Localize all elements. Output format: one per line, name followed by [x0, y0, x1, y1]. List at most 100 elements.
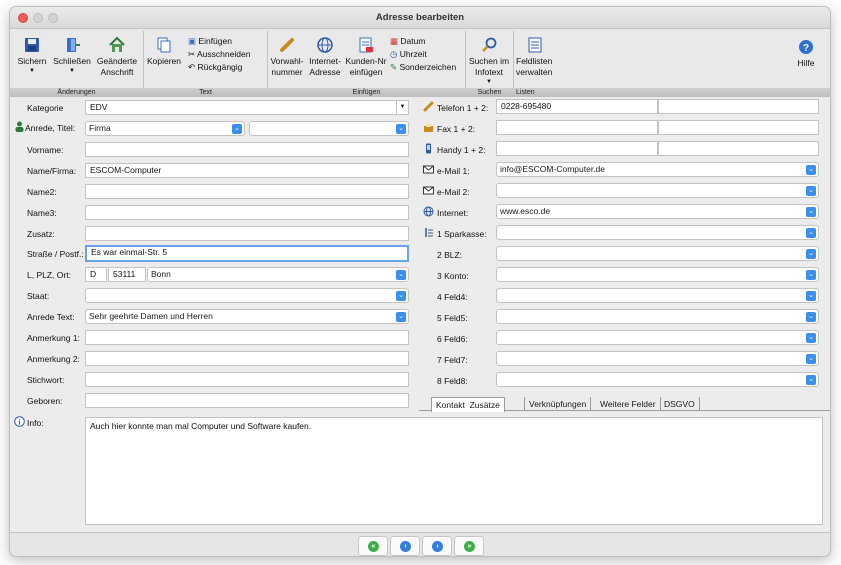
title-bar: Adresse bearbeiten	[10, 7, 830, 29]
keyword-field[interactable]	[85, 372, 409, 387]
customer-no-label: Kunden-Nr einfügen	[345, 56, 387, 77]
birthdate-field[interactable]	[85, 393, 409, 408]
internet-select[interactable]: www.esco.de ⌄	[496, 204, 819, 219]
special-chars-button[interactable]: ✎ Sonderzeichen	[390, 62, 460, 75]
first-record-button[interactable]: «	[358, 536, 388, 556]
mobile1-field[interactable]	[496, 141, 658, 156]
field8-label: 8 Feld8:	[437, 376, 468, 386]
group-divider	[143, 31, 144, 89]
time-button[interactable]: ◷ Uhrzeit	[390, 49, 460, 62]
tab-kontakt[interactable]: Kontakt Zusätze	[431, 397, 505, 412]
field4-select[interactable]: ⌄	[496, 288, 819, 303]
field6-select[interactable]: ⌄	[496, 330, 819, 345]
field-lists-label: Feldlisten verwalten	[516, 56, 553, 77]
time-label: Uhrzeit	[399, 49, 427, 59]
changed-address-label: Geänderte Anschrift	[96, 56, 138, 77]
city-select[interactable]: Bonn ⌄	[147, 267, 409, 282]
field2-select[interactable]: ⌄	[496, 246, 819, 261]
changed-address-button[interactable]: Geänderte Anschrift	[94, 36, 140, 78]
paste-button[interactable]: ▣ Einfügen	[188, 36, 262, 49]
name3-label: Name3:	[27, 208, 57, 218]
help-button[interactable]: ? Hilfe	[790, 38, 822, 69]
chevron-down-icon: ⌄	[806, 312, 816, 322]
field3-select[interactable]: ⌄	[496, 267, 819, 282]
chevron-down-icon: ⌄	[806, 207, 816, 217]
fast-forward-icon: »	[464, 541, 475, 552]
internet-address-button[interactable]: Internet-Adresse	[307, 36, 343, 78]
undo-button[interactable]: ↶ Rückgängig	[188, 62, 262, 75]
phone1-field[interactable]: 0228-695480	[496, 99, 658, 114]
person-icon	[15, 121, 24, 132]
state-select[interactable]: ⌄	[85, 288, 409, 303]
country-code-field[interactable]: D	[85, 267, 107, 282]
field8-select[interactable]: ⌄	[496, 372, 819, 387]
mobile2-field[interactable]	[658, 141, 819, 156]
category-field[interactable]: EDV	[85, 100, 397, 115]
date-label: Datum	[400, 36, 426, 46]
fax-label: Fax 1 + 2:	[437, 124, 476, 134]
search-dropdown-caret[interactable]: ▼	[467, 78, 511, 86]
state-label: Staat:	[27, 291, 50, 301]
name3-field[interactable]	[85, 205, 409, 220]
next-record-button[interactable]: ›	[422, 536, 452, 556]
street-field[interactable]: Es war einmal-Str. 5	[85, 245, 409, 262]
area-code-button[interactable]: Vorwahl-nummer	[269, 36, 305, 78]
addition-label: Zusatz:	[27, 229, 55, 239]
close-dropdown-caret[interactable]: ▼	[52, 67, 92, 75]
clipboard-icon: ▣	[188, 36, 197, 46]
chevron-down-icon: ⌄	[396, 270, 406, 280]
field-lists-button[interactable]: Feldlisten verwalten	[516, 36, 556, 78]
date-button[interactable]: ▦ Datum	[390, 36, 460, 49]
close-button[interactable]: Schließen ▼	[52, 36, 92, 75]
salutation-text-select[interactable]: Sehr geehrte Damen und Herren ⌄	[85, 309, 409, 324]
fax1-field[interactable]	[496, 120, 658, 135]
insert-actions: ▦ Datum ◷ Uhrzeit ✎ Sonderzeichen	[390, 36, 460, 75]
group-divider	[267, 31, 268, 89]
field1-select[interactable]: ⌄	[496, 225, 819, 240]
tab-verknuepfungen[interactable]: Verknüpfungen	[524, 397, 592, 411]
email2-select[interactable]: ⌄	[496, 183, 819, 198]
keyword-label: Stichwort:	[27, 375, 65, 385]
note2-field[interactable]	[85, 351, 409, 366]
company-name-label: Name/Firma:	[27, 166, 77, 176]
copy-button[interactable]: Kopieren	[146, 36, 182, 67]
first-name-label: Vorname:	[27, 145, 64, 155]
tab-dsgvo[interactable]: DSGVO	[660, 397, 700, 411]
save-dropdown-caret[interactable]: ▼	[14, 67, 50, 75]
chevron-down-icon: ⌄	[806, 375, 816, 385]
search-infotext-button[interactable]: Suchen im Infotext ▼	[467, 36, 511, 86]
chevron-down-icon: ⌄	[806, 354, 816, 364]
category-dropdown-button[interactable]: ▼	[396, 100, 409, 115]
field5-select[interactable]: ⌄	[496, 309, 819, 324]
name2-field[interactable]	[85, 184, 409, 199]
fax2-field[interactable]	[658, 120, 819, 135]
phone2-field[interactable]	[658, 99, 819, 114]
previous-record-button[interactable]: ‹	[390, 536, 420, 556]
city-value: Bonn	[151, 269, 171, 279]
zip-field[interactable]: 53111	[108, 267, 146, 282]
tab-zusaetze-label[interactable]: Zusätze	[470, 400, 500, 410]
company-name-field[interactable]: ESCOM-Computer	[85, 163, 409, 178]
customer-no-button[interactable]: Kunden-Nr einfügen	[345, 36, 387, 78]
tab-weitere-felder[interactable]: Weitere Felder	[596, 397, 661, 411]
mobile-label: Handy 1 + 2:	[437, 145, 486, 155]
chevron-down-icon: ⌄	[396, 124, 406, 134]
email1-select[interactable]: info@ESCOM-Computer.de ⌄	[496, 162, 819, 177]
field6-label: 6 Feld6:	[437, 334, 468, 344]
email1-label: e-Mail 1:	[437, 166, 470, 176]
addition-field[interactable]	[85, 226, 409, 241]
field7-label: 7 Feld7:	[437, 355, 468, 365]
note1-field[interactable]	[85, 330, 409, 345]
special-chars-icon: ✎	[390, 62, 398, 72]
chevron-down-icon: ⌄	[806, 249, 816, 259]
house-icon	[109, 36, 125, 52]
last-record-button[interactable]: »	[454, 536, 484, 556]
first-name-field[interactable]	[85, 142, 409, 157]
salutation-select[interactable]: Firma ⌄	[85, 121, 245, 136]
field7-select[interactable]: ⌄	[496, 351, 819, 366]
cut-button[interactable]: ✂ Ausschneiden	[188, 49, 262, 62]
info-textarea[interactable]: Auch hier konnte man mal Computer und So…	[85, 417, 823, 525]
save-button[interactable]: Sichern ▼	[14, 36, 50, 75]
street-label: Straße / Postf.:	[27, 249, 84, 259]
title-select[interactable]: ⌄	[249, 121, 409, 136]
